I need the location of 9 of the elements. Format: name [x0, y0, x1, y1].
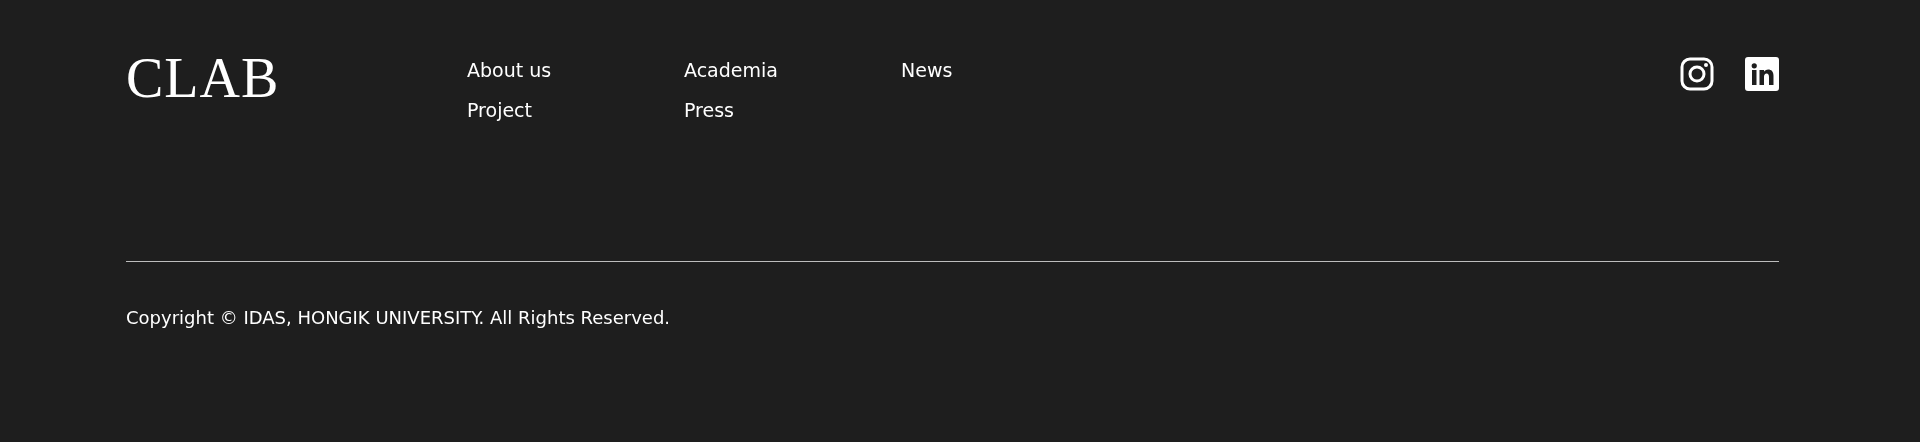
- nav-link[interactable]: Project: [467, 98, 532, 122]
- nav-link[interactable]: Academia: [684, 58, 778, 82]
- copyright-text: Copyright © IDAS, HONGIK UNIVERSITY. All Rights Reserved.: [126, 306, 671, 330]
- nav-link[interactable]: About us: [467, 58, 552, 82]
- nav-link[interactable]: News: [901, 58, 953, 82]
- linkedin-icon[interactable]: [1745, 57, 1779, 91]
- nav-link[interactable]: Press: [684, 98, 734, 122]
- instagram-icon[interactable]: [1680, 57, 1714, 91]
- logo[interactable]: CLAB: [126, 57, 467, 99]
